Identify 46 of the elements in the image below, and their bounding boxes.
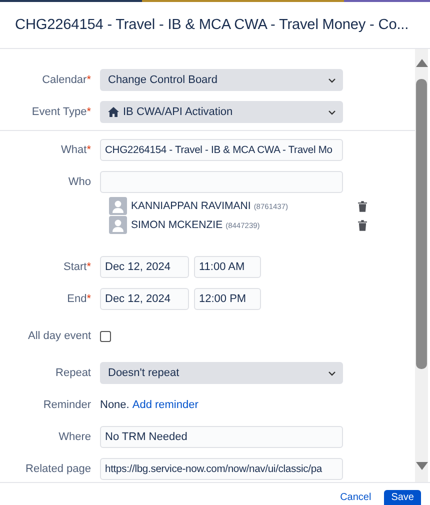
add-reminder-link[interactable]: Add reminder: [132, 399, 198, 411]
field-label: Repeat: [54, 367, 92, 379]
required-mark: *: [86, 293, 91, 305]
cancel-button[interactable]: Cancel: [333, 490, 378, 505]
field-label: Where: [58, 431, 92, 443]
end-date-field[interactable]: Dec 12, 2024: [100, 288, 189, 310]
field-label: End*: [66, 293, 92, 305]
save-button[interactable]: Save: [384, 490, 421, 505]
field-label: Calendar*: [41, 74, 92, 86]
attendee-name: SIMON MCKENZIE: [131, 219, 223, 231]
scroll-up-icon[interactable]: [416, 59, 428, 67]
where-field[interactable]: No TRM Needed: [100, 426, 343, 448]
field-label: Reminder: [42, 399, 92, 411]
trash-icon[interactable]: [358, 220, 367, 230]
scrollbar[interactable]: [415, 49, 428, 482]
attendee-name: KANNIAPPAN RAVIMANI: [131, 200, 251, 212]
reminder-text: None.: [100, 399, 130, 411]
scroll-down-icon[interactable]: [416, 462, 428, 470]
home-icon: [108, 107, 119, 117]
caret-icon: [328, 78, 336, 82]
start-time-field[interactable]: 11:00 AM: [194, 256, 261, 278]
all-day-checkbox[interactable]: [100, 331, 111, 342]
trash-icon[interactable]: [358, 200, 367, 212]
calendar-select[interactable]: Change Control Board: [100, 69, 343, 91]
field-label: What*: [60, 144, 92, 156]
caret-icon: [328, 370, 336, 376]
field-label: All day event: [27, 330, 92, 342]
avatar-icon: [109, 216, 127, 234]
required-mark: *: [86, 74, 91, 86]
field-label: Related page: [24, 463, 92, 475]
event-type-select[interactable]: IB CWA/API Activation: [100, 101, 343, 123]
required-mark: *: [86, 261, 91, 273]
avatar-icon: [109, 197, 127, 215]
what-field[interactable]: CHG2264154 - Travel - IB & MCA CWA - Travel Mo: [100, 139, 343, 161]
field-label: Start*: [62, 261, 92, 273]
repeat-select[interactable]: Doesn't repeat: [100, 362, 343, 384]
start-date-field[interactable]: Dec 12, 2024: [100, 256, 189, 278]
required-mark: *: [86, 144, 91, 156]
caret-icon: [328, 110, 336, 114]
dialog-title: CHG2264154 - Travel - IB & MCA CWA - Travel Money - Co...: [15, 17, 409, 33]
related-page-field[interactable]: https://lbg.service-now.com/now/nav/ui/classic/pa: [100, 458, 343, 480]
required-mark: *: [86, 106, 91, 118]
end-time-field[interactable]: 12:00 PM: [194, 288, 261, 310]
who-field[interactable]: [100, 171, 343, 193]
field-label: Who: [67, 176, 92, 188]
field-label: Event Type*: [30, 106, 92, 118]
